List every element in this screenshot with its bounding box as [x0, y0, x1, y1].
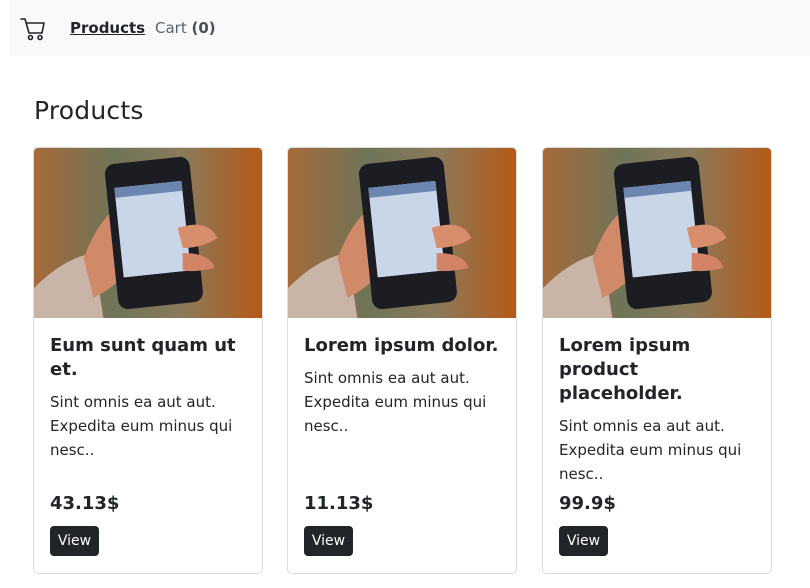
product-image[interactable] — [34, 148, 262, 318]
product-description: Sint omnis ea aut aut. Expedita eum minu… — [304, 369, 487, 435]
nav-products-link[interactable]: Products — [70, 18, 145, 38]
page-title: Products — [34, 96, 144, 125]
card-body: Lorem ipsum product placeholder. Sint om… — [559, 334, 759, 486]
product-price: 43.13$ — [50, 493, 120, 514]
nav-cart-link[interactable]: Cart (0) — [155, 18, 216, 38]
card-body: Lorem ipsum dolor. Sint omnis ea aut aut… — [304, 334, 504, 438]
product-card: Lorem ipsum dolor. Sint omnis ea aut aut… — [287, 147, 517, 574]
view-button[interactable]: View — [304, 526, 353, 556]
view-button[interactable]: View — [50, 526, 99, 556]
product-title: Lorem ipsum dolor. — [304, 335, 499, 356]
product-image[interactable] — [543, 148, 771, 318]
product-title: Lorem ipsum product placeholder. — [559, 335, 691, 404]
product-description: Sint omnis ea aut aut. Expedita eum minu… — [559, 417, 742, 483]
product-image[interactable] — [288, 148, 516, 318]
view-button[interactable]: View — [559, 526, 608, 556]
product-price: 99.9$ — [559, 493, 616, 514]
cart-count: (0) — [191, 19, 216, 37]
card-body: Eum sunt quam ut et. Sint omnis ea aut a… — [50, 334, 250, 462]
product-card: Eum sunt quam ut et. Sint omnis ea aut a… — [33, 147, 263, 574]
product-description: Sint omnis ea aut aut. Expedita eum minu… — [50, 393, 233, 459]
navbar: Products Cart (0) — [9, 0, 810, 56]
product-card: Lorem ipsum product placeholder. Sint om… — [542, 147, 772, 574]
product-title: Eum sunt quam ut et. — [50, 335, 236, 380]
shopping-cart-icon[interactable] — [20, 16, 46, 42]
product-price: 11.13$ — [304, 493, 374, 514]
nav-cart-label: Cart — [155, 19, 187, 37]
